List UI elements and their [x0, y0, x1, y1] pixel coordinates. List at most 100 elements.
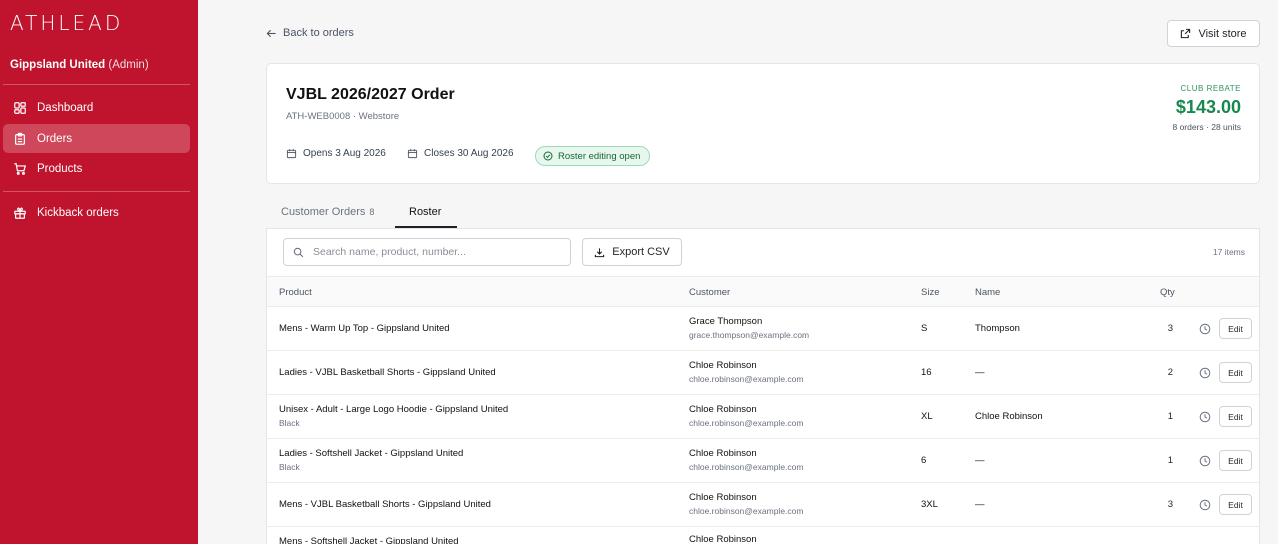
external-link-icon	[1181, 28, 1191, 39]
search-box[interactable]	[283, 238, 571, 266]
visit-store-button[interactable]: Visit store	[1167, 20, 1260, 47]
column-header-qty[interactable]: Qty	[1160, 287, 1175, 298]
table-row: Ladies - VJBL Basketball Shorts - Gippsl…	[267, 351, 1259, 395]
qty-cell: 3	[1167, 499, 1173, 510]
column-header-name[interactable]: Name	[975, 287, 1000, 298]
sidebar-divider	[3, 191, 190, 192]
history-icon[interactable]	[1199, 455, 1211, 467]
closes-date-label: Closes 30 Aug 2026	[424, 148, 514, 159]
sidebar: ATHLEAD Gippsland United (Admin) Dashboa…	[0, 0, 198, 544]
edit-button[interactable]: Edit	[1219, 406, 1252, 427]
roster-status-badge: Roster editing open	[535, 146, 651, 166]
calendar-icon	[407, 149, 418, 159]
table-row: Mens - VJBL Basketball Shorts - Gippslan…	[267, 483, 1259, 527]
customer-name: Chloe Robinson	[689, 492, 757, 503]
customer-email: chloe.robinson@example.com	[689, 462, 804, 472]
product-cell: Ladies - Softshell Jacket - Gippsland Un…	[279, 448, 463, 472]
dashboard-icon	[14, 101, 26, 114]
club-rebate-value: $143.00	[1175, 97, 1241, 117]
history-icon[interactable]	[1199, 411, 1211, 423]
tab-count: 8	[369, 207, 375, 217]
product-name: Mens - VJBL Basketball Shorts - Gippslan…	[279, 499, 491, 510]
product-variant: Black	[279, 462, 300, 472]
product-name: Mens - Softshell Jacket - Gippsland Unit…	[279, 536, 459, 544]
history-icon[interactable]	[1199, 499, 1211, 511]
qty-cell: 2	[1167, 367, 1173, 378]
tab-customer-orders[interactable]: Customer Orders 8	[281, 206, 374, 218]
closes-date: Closes 30 Aug 2026	[407, 148, 514, 159]
customer-cell: Grace Thompson grace.thompson@example.com	[689, 316, 809, 340]
brand-logo[interactable]: ATHLEAD	[10, 11, 123, 35]
customer-cell: Chloe Robinson chloe.robinson@example.com	[689, 404, 803, 428]
organization-label: Gippsland United (Admin)	[10, 59, 149, 71]
customer-email: chloe.robinson@example.com	[689, 374, 804, 384]
edit-button[interactable]: Edit	[1219, 362, 1252, 383]
column-header-size[interactable]: Size	[921, 287, 939, 298]
sidebar-item-products[interactable]: Products	[3, 154, 190, 183]
history-icon[interactable]	[1199, 323, 1211, 335]
name-cell: Thompson	[975, 323, 1020, 334]
history-icon[interactable]	[1199, 367, 1211, 379]
product-cell: Unisex - Adult - Large Logo Hoodie - Gip…	[279, 404, 508, 428]
sidebar-item-kickback-orders[interactable]: Kickback orders	[3, 198, 190, 227]
search-input[interactable]	[313, 246, 563, 258]
tab-label: Customer Orders	[281, 206, 366, 218]
size-cell: 3XL	[921, 499, 938, 510]
tab-label: Roster	[409, 206, 442, 218]
sidebar-item-label: Orders	[37, 132, 73, 145]
table-row: Unisex - Adult - Large Logo Hoodie - Gip…	[267, 395, 1259, 439]
sidebar-item-label: Products	[37, 162, 83, 175]
table-row: Mens - Softshell Jacket - Gippsland Unit…	[267, 527, 1259, 544]
customer-name: Chloe Robinson	[689, 534, 757, 544]
customer-name: Chloe Robinson	[689, 404, 757, 415]
export-csv-button[interactable]: Export CSV	[582, 238, 682, 266]
edit-button[interactable]: Edit	[1219, 494, 1252, 515]
search-icon	[293, 247, 304, 257]
opens-date: Opens 3 Aug 2026	[286, 148, 386, 159]
name-cell: —	[975, 455, 985, 466]
table-header: Product Customer Size Name Qty	[267, 276, 1259, 307]
column-header-product[interactable]: Product	[279, 287, 312, 298]
roster-panel: Export CSV 17 items Product Customer Siz…	[266, 228, 1260, 544]
name-cell: —	[975, 367, 985, 378]
order-summary-card: VJBL 2026/2027 Order ATH-WEB0008 · Webst…	[266, 63, 1260, 184]
customer-name: Grace Thompson	[689, 316, 763, 327]
customer-name: Chloe Robinson	[689, 360, 757, 371]
size-cell: S	[921, 323, 928, 334]
product-name: Mens - Warm Up Top - Gippsland United	[279, 323, 450, 334]
product-name: Ladies - Softshell Jacket - Gippsland Un…	[279, 448, 464, 459]
product-cell: Mens - Warm Up Top - Gippsland United	[279, 323, 450, 334]
customer-email: grace.thompson@example.com	[689, 330, 810, 340]
calendar-icon	[286, 149, 297, 159]
product-cell: Mens - Softshell Jacket - Gippsland Unit…	[279, 536, 459, 544]
gift-icon	[14, 207, 26, 219]
customer-email: chloe.robinson@example.com	[689, 506, 804, 516]
tab-roster[interactable]: Roster	[409, 206, 441, 218]
name-cell: —	[975, 499, 985, 510]
product-cell: Ladies - VJBL Basketball Shorts - Gippsl…	[279, 367, 496, 378]
column-header-customer[interactable]: Customer	[689, 287, 730, 298]
sidebar-item-orders[interactable]: Orders	[3, 124, 190, 153]
org-name: Gippsland United	[10, 59, 106, 71]
check-circle-icon	[543, 151, 553, 161]
sidebar-item-dashboard[interactable]: Dashboard	[3, 93, 190, 122]
customer-cell: Chloe Robinson chloe.robinson@example.com	[689, 448, 803, 472]
clipboard-icon	[15, 132, 25, 145]
customer-cell: Chloe Robinson	[689, 534, 757, 544]
edit-button[interactable]: Edit	[1219, 450, 1252, 471]
club-rebate-label: CLUB REBATE	[1180, 84, 1241, 93]
sidebar-item-label: Dashboard	[37, 101, 94, 114]
table-row: Ladies - Softshell Jacket - Gippsland Un…	[267, 439, 1259, 483]
customer-name: Chloe Robinson	[689, 448, 757, 459]
back-to-orders-link[interactable]: Back to orders	[266, 27, 354, 39]
edit-button[interactable]: Edit	[1219, 318, 1252, 339]
org-role: (Admin)	[108, 59, 149, 71]
back-link-label: Back to orders	[283, 27, 354, 39]
download-icon	[595, 247, 605, 257]
order-title: VJBL 2026/2027 Order	[286, 86, 455, 103]
size-cell: 6	[921, 455, 927, 466]
arrow-left-icon	[266, 29, 276, 37]
club-rebate-summary: 8 orders · 28 units	[1172, 122, 1241, 132]
qty-cell: 1	[1167, 455, 1173, 466]
customer-cell: Chloe Robinson chloe.robinson@example.com	[689, 492, 803, 516]
